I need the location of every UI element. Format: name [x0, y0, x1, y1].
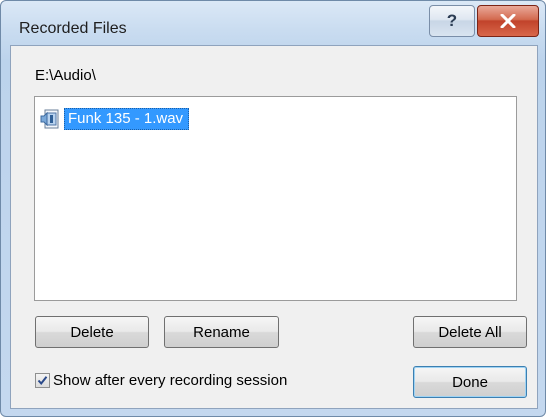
delete-button-label: Delete [70, 323, 114, 341]
help-icon: ? [446, 11, 458, 30]
checkmark-icon [37, 376, 48, 386]
file-name: Funk 135 - 1.wav [64, 108, 190, 130]
show-after-label[interactable]: Show after every recording session [53, 372, 287, 389]
show-after-option[interactable]: Show after every recording session [35, 372, 287, 389]
help-button[interactable]: ? [429, 5, 475, 37]
delete-button[interactable]: Delete [35, 316, 149, 348]
done-button-label: Done [452, 373, 488, 391]
close-icon [500, 14, 516, 28]
rename-button[interactable]: Rename [164, 316, 279, 348]
delete-all-button-label: Delete All [438, 323, 502, 341]
recorded-files-dialog: Recorded Files ? E:\Audio\ Funk 135 - 1.… [0, 0, 546, 417]
rename-button-label: Rename [193, 323, 250, 341]
done-button[interactable]: Done [413, 366, 527, 398]
dialog-body: E:\Audio\ Funk 135 - 1.wav Delete Rename… [10, 45, 538, 409]
show-after-checkbox[interactable] [35, 373, 50, 388]
file-list[interactable]: Funk 135 - 1.wav [34, 96, 517, 301]
audio-file-icon [40, 109, 59, 129]
dialog-title: Recorded Files [19, 20, 127, 37]
folder-path: E:\Audio\ [35, 67, 96, 84]
close-button[interactable] [477, 5, 539, 37]
list-item[interactable]: Funk 135 - 1.wav [39, 107, 190, 131]
title-bar[interactable]: Recorded Files ? [1, 1, 547, 51]
delete-all-button[interactable]: Delete All [413, 316, 527, 348]
